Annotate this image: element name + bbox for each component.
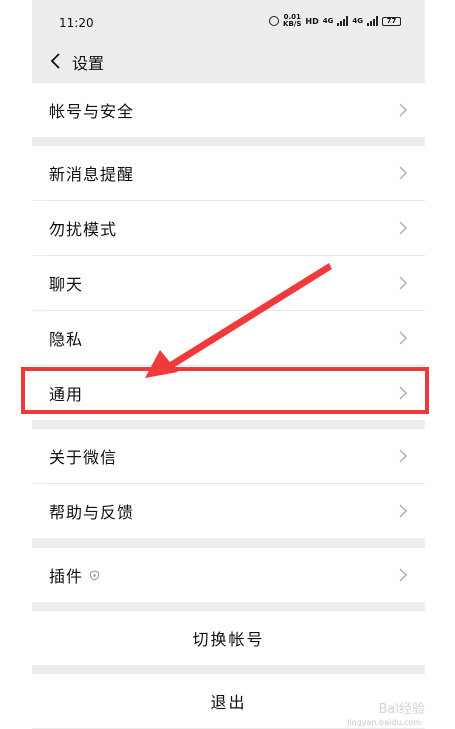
annotation-arrow — [145, 263, 332, 378]
watermark: Bai经验 — [378, 702, 426, 717]
watermark-sub: jingyan.baidu.com — [347, 718, 421, 727]
